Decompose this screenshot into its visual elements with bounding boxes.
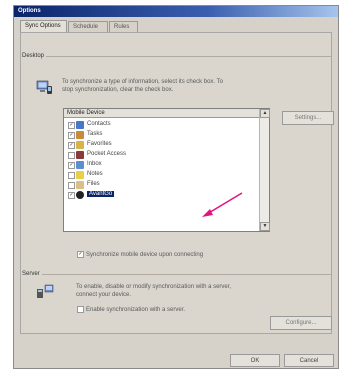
- pocket-access-checkbox[interactable]: [68, 152, 75, 159]
- sync-on-connect-checkbox[interactable]: ✓: [77, 251, 84, 258]
- contacts-icon: [76, 121, 84, 129]
- avantgo-checkbox[interactable]: ✓: [68, 192, 75, 199]
- notes-icon: [76, 171, 84, 179]
- tasks-checkbox[interactable]: ✓: [68, 132, 75, 139]
- list-item-tasks[interactable]: ✓ Tasks: [68, 130, 254, 140]
- tasks-icon: [76, 131, 84, 139]
- configure-button[interactable]: Configure...: [270, 316, 332, 330]
- tab-schedule[interactable]: Schedule: [68, 21, 108, 32]
- list-header-mobile-device[interactable]: Mobile Device: [64, 109, 259, 118]
- desktop-sync-icon: [36, 80, 52, 94]
- sync-on-connect-label: Synchronize mobile device upon connectin…: [86, 252, 204, 258]
- desktop-group-label: Desktop: [22, 53, 45, 59]
- files-icon: [76, 181, 84, 189]
- contacts-checkbox[interactable]: ✓: [68, 122, 75, 129]
- enable-server-sync-checkbox[interactable]: [77, 306, 84, 313]
- list-item-files[interactable]: Files: [68, 180, 254, 190]
- list-item-label: Pocket Access: [87, 151, 127, 157]
- server-group-label: Server: [22, 271, 40, 277]
- list-item-inbox[interactable]: ✓ Inbox: [68, 160, 254, 170]
- list-item-favorites[interactable]: ✓ Favorites: [68, 140, 254, 150]
- desktop-description-line1: To synchronize a type of information, se…: [62, 79, 223, 85]
- settings-button[interactable]: Settings...: [282, 111, 334, 125]
- list-item-label: Tasks: [87, 131, 103, 137]
- list-item-label: Files: [87, 181, 100, 187]
- cancel-button[interactable]: Cancel: [284, 354, 334, 367]
- annotation-arrow-icon: [202, 192, 243, 217]
- window-title: Options: [18, 8, 41, 14]
- ok-button[interactable]: OK: [230, 354, 280, 367]
- favorites-checkbox[interactable]: ✓: [68, 142, 75, 149]
- enable-server-sync-label: Enable synchronization with a server.: [86, 307, 186, 313]
- tab-rules[interactable]: Rules: [109, 21, 138, 32]
- inbox-icon: [76, 161, 84, 169]
- list-scrollbar[interactable]: ▲ ▼: [259, 109, 270, 231]
- list-item-pocket-access[interactable]: Pocket Access: [68, 150, 254, 160]
- desktop-group-divider: [46, 56, 331, 57]
- favorites-icon: [76, 141, 84, 149]
- list-item-notes[interactable]: Notes: [68, 170, 254, 180]
- list-item-label: Favorites: [87, 141, 112, 147]
- scroll-down-icon[interactable]: ▼: [260, 222, 270, 231]
- server-description-line2: connect your device.: [76, 292, 132, 298]
- list-item-label: Inbox: [87, 161, 102, 167]
- files-checkbox[interactable]: [68, 182, 75, 189]
- notes-checkbox[interactable]: [68, 172, 75, 179]
- list-item-label: Notes: [87, 171, 103, 177]
- title-bar: Options: [14, 6, 338, 17]
- inbox-checkbox[interactable]: ✓: [68, 162, 75, 169]
- list-item-contacts[interactable]: ✓ Contacts: [68, 120, 254, 130]
- server-sync-icon: [37, 284, 54, 298]
- server-description-line1: To enable, disable or modify synchroniza…: [76, 284, 232, 290]
- avantgo-icon: [76, 191, 84, 199]
- desktop-description-line2: stop synchronization, clear the check bo…: [62, 87, 174, 93]
- pocket-access-icon: [76, 151, 84, 159]
- server-group-divider: [42, 274, 331, 275]
- list-item-label: Contacts: [87, 121, 111, 127]
- list-item-label: AvantGo: [87, 191, 115, 197]
- scroll-up-icon[interactable]: ▲: [260, 109, 270, 118]
